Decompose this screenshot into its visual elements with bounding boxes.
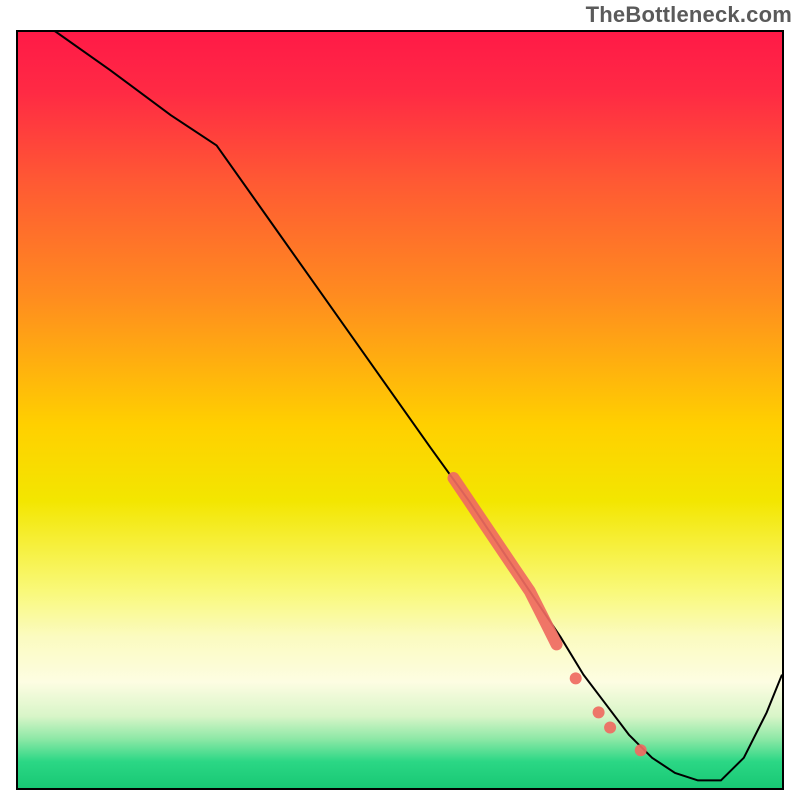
highlight-point-1	[593, 706, 605, 718]
highlight-point-2	[604, 722, 616, 734]
highlight-point-3	[635, 744, 647, 756]
chart-canvas: TheBottleneck.com	[0, 0, 800, 800]
highlight-point-0	[570, 672, 582, 684]
watermark-text: TheBottleneck.com	[586, 2, 792, 28]
gradient-background	[18, 32, 782, 788]
chart-svg	[18, 32, 782, 788]
plot-area	[16, 30, 784, 790]
